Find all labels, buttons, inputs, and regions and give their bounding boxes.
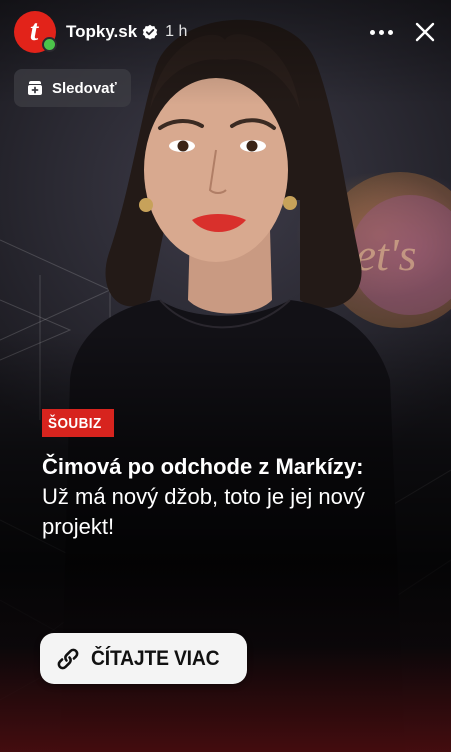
story-header: t Topky.sk 1 h (14, 10, 437, 54)
follow-button[interactable]: Sledovať (14, 69, 131, 107)
story-timestamp: 1 h (165, 23, 188, 40)
follow-button-label: Sledovať (52, 79, 117, 97)
account-name[interactable]: Topky.sk (66, 22, 137, 42)
story-viewer[interactable]: Let's t Topky.sk (0, 0, 451, 752)
close-icon[interactable] (415, 22, 435, 42)
add-follow-icon (26, 79, 44, 97)
headline-regular-part: Už má nový džob, toto je jej nový projek… (42, 484, 365, 539)
link-icon (54, 645, 82, 673)
category-label: ŠOUBIZ (48, 414, 102, 432)
read-more-button[interactable]: ČÍTAJTE VIAC (40, 633, 247, 684)
category-badge: ŠOUBIZ (42, 409, 114, 437)
account-avatar[interactable]: t (14, 11, 57, 53)
avatar-logo-letter: t (29, 13, 39, 47)
article-headline: Čimová po odchode z Markízy: Už má nový … (42, 452, 382, 542)
verified-badge-icon (142, 24, 158, 40)
online-status-indicator (42, 37, 57, 52)
read-more-label: ČÍTAJTE VIAC (91, 646, 220, 670)
headline-bold-part: Čimová po odchode z Markízy: (42, 454, 364, 479)
more-options-icon[interactable] (366, 24, 397, 41)
